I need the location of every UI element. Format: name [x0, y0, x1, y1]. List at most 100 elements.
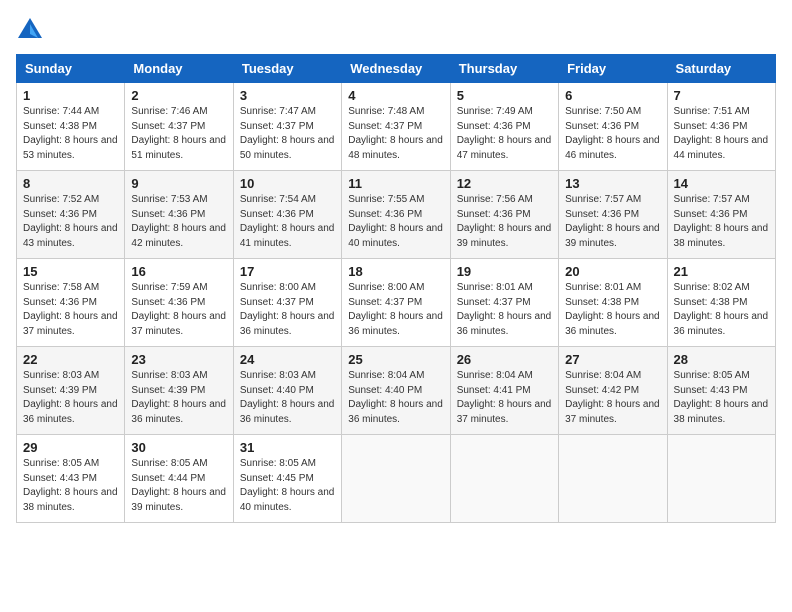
sunset-label: Sunset: 4:44 PM — [131, 473, 205, 484]
sunrise-label: Sunrise: 8:00 AM — [240, 282, 316, 293]
day-number: 8 — [23, 176, 118, 191]
sunrise-label: Sunrise: 7:54 AM — [240, 194, 316, 205]
daylight-label: Daylight: 8 hours and 51 minutes. — [131, 135, 226, 161]
day-number: 17 — [240, 264, 335, 279]
daylight-label: Daylight: 8 hours and 36 minutes. — [348, 399, 443, 425]
daylight-label: Daylight: 8 hours and 50 minutes. — [240, 135, 335, 161]
sunset-label: Sunset: 4:39 PM — [131, 385, 205, 396]
calendar-cell: 7 Sunrise: 7:51 AM Sunset: 4:36 PM Dayli… — [667, 83, 775, 171]
daylight-label: Daylight: 8 hours and 39 minutes. — [457, 223, 552, 249]
sunrise-label: Sunrise: 7:56 AM — [457, 194, 533, 205]
cell-info: Sunrise: 7:55 AM Sunset: 4:36 PM Dayligh… — [348, 193, 443, 251]
sunrise-label: Sunrise: 7:44 AM — [23, 106, 99, 117]
daylight-label: Daylight: 8 hours and 40 minutes. — [240, 487, 335, 513]
calendar-cell — [667, 435, 775, 523]
sunrise-label: Sunrise: 7:57 AM — [674, 194, 750, 205]
cell-info: Sunrise: 8:05 AM Sunset: 4:43 PM Dayligh… — [674, 369, 769, 427]
calendar-cell: 30 Sunrise: 8:05 AM Sunset: 4:44 PM Dayl… — [125, 435, 233, 523]
day-number: 30 — [131, 440, 226, 455]
cell-info: Sunrise: 7:49 AM Sunset: 4:36 PM Dayligh… — [457, 105, 552, 163]
sunset-label: Sunset: 4:38 PM — [23, 121, 97, 132]
sunset-label: Sunset: 4:36 PM — [457, 121, 531, 132]
sunrise-label: Sunrise: 7:57 AM — [565, 194, 641, 205]
weekday-header-monday: Monday — [125, 55, 233, 83]
calendar-cell: 14 Sunrise: 7:57 AM Sunset: 4:36 PM Dayl… — [667, 171, 775, 259]
weekday-header-wednesday: Wednesday — [342, 55, 450, 83]
calendar-cell: 1 Sunrise: 7:44 AM Sunset: 4:38 PM Dayli… — [17, 83, 125, 171]
calendar-cell: 29 Sunrise: 8:05 AM Sunset: 4:43 PM Dayl… — [17, 435, 125, 523]
sunrise-label: Sunrise: 7:53 AM — [131, 194, 207, 205]
sunset-label: Sunset: 4:36 PM — [674, 209, 748, 220]
daylight-label: Daylight: 8 hours and 37 minutes. — [457, 399, 552, 425]
sunset-label: Sunset: 4:40 PM — [348, 385, 422, 396]
cell-info: Sunrise: 7:57 AM Sunset: 4:36 PM Dayligh… — [565, 193, 660, 251]
sunrise-label: Sunrise: 8:01 AM — [457, 282, 533, 293]
calendar-cell: 16 Sunrise: 7:59 AM Sunset: 4:36 PM Dayl… — [125, 259, 233, 347]
day-number: 1 — [23, 88, 118, 103]
calendar-cell — [342, 435, 450, 523]
sunset-label: Sunset: 4:37 PM — [348, 297, 422, 308]
daylight-label: Daylight: 8 hours and 41 minutes. — [240, 223, 335, 249]
cell-info: Sunrise: 8:05 AM Sunset: 4:44 PM Dayligh… — [131, 457, 226, 515]
daylight-label: Daylight: 8 hours and 37 minutes. — [131, 311, 226, 337]
sunrise-label: Sunrise: 7:47 AM — [240, 106, 316, 117]
sunrise-label: Sunrise: 7:46 AM — [131, 106, 207, 117]
calendar-cell: 21 Sunrise: 8:02 AM Sunset: 4:38 PM Dayl… — [667, 259, 775, 347]
daylight-label: Daylight: 8 hours and 37 minutes. — [565, 399, 660, 425]
sunset-label: Sunset: 4:37 PM — [240, 121, 314, 132]
daylight-label: Daylight: 8 hours and 39 minutes. — [131, 487, 226, 513]
calendar-cell: 22 Sunrise: 8:03 AM Sunset: 4:39 PM Dayl… — [17, 347, 125, 435]
logo — [16, 16, 48, 44]
calendar-cell: 26 Sunrise: 8:04 AM Sunset: 4:41 PM Dayl… — [450, 347, 558, 435]
daylight-label: Daylight: 8 hours and 36 minutes. — [240, 399, 335, 425]
daylight-label: Daylight: 8 hours and 37 minutes. — [23, 311, 118, 337]
cell-info: Sunrise: 7:57 AM Sunset: 4:36 PM Dayligh… — [674, 193, 769, 251]
sunset-label: Sunset: 4:38 PM — [565, 297, 639, 308]
cell-info: Sunrise: 8:05 AM Sunset: 4:45 PM Dayligh… — [240, 457, 335, 515]
sunset-label: Sunset: 4:38 PM — [674, 297, 748, 308]
sunrise-label: Sunrise: 8:05 AM — [240, 458, 316, 469]
cell-info: Sunrise: 8:00 AM Sunset: 4:37 PM Dayligh… — [240, 281, 335, 339]
daylight-label: Daylight: 8 hours and 36 minutes. — [23, 399, 118, 425]
sunset-label: Sunset: 4:36 PM — [23, 297, 97, 308]
sunrise-label: Sunrise: 8:05 AM — [131, 458, 207, 469]
calendar-cell: 17 Sunrise: 8:00 AM Sunset: 4:37 PM Dayl… — [233, 259, 341, 347]
sunrise-label: Sunrise: 7:59 AM — [131, 282, 207, 293]
sunrise-label: Sunrise: 8:02 AM — [674, 282, 750, 293]
cell-info: Sunrise: 8:04 AM Sunset: 4:42 PM Dayligh… — [565, 369, 660, 427]
day-number: 4 — [348, 88, 443, 103]
calendar-cell: 20 Sunrise: 8:01 AM Sunset: 4:38 PM Dayl… — [559, 259, 667, 347]
day-number: 24 — [240, 352, 335, 367]
day-number: 6 — [565, 88, 660, 103]
sunset-label: Sunset: 4:37 PM — [240, 297, 314, 308]
calendar-cell: 18 Sunrise: 8:00 AM Sunset: 4:37 PM Dayl… — [342, 259, 450, 347]
cell-info: Sunrise: 7:59 AM Sunset: 4:36 PM Dayligh… — [131, 281, 226, 339]
cell-info: Sunrise: 7:53 AM Sunset: 4:36 PM Dayligh… — [131, 193, 226, 251]
sunset-label: Sunset: 4:36 PM — [348, 209, 422, 220]
day-number: 11 — [348, 176, 443, 191]
calendar-cell: 19 Sunrise: 8:01 AM Sunset: 4:37 PM Dayl… — [450, 259, 558, 347]
sunset-label: Sunset: 4:37 PM — [348, 121, 422, 132]
cell-info: Sunrise: 8:03 AM Sunset: 4:39 PM Dayligh… — [131, 369, 226, 427]
daylight-label: Daylight: 8 hours and 40 minutes. — [348, 223, 443, 249]
sunrise-label: Sunrise: 8:03 AM — [23, 370, 99, 381]
calendar-cell: 31 Sunrise: 8:05 AM Sunset: 4:45 PM Dayl… — [233, 435, 341, 523]
sunset-label: Sunset: 4:37 PM — [131, 121, 205, 132]
calendar-cell: 28 Sunrise: 8:05 AM Sunset: 4:43 PM Dayl… — [667, 347, 775, 435]
cell-info: Sunrise: 8:05 AM Sunset: 4:43 PM Dayligh… — [23, 457, 118, 515]
calendar-cell — [450, 435, 558, 523]
sunset-label: Sunset: 4:41 PM — [457, 385, 531, 396]
daylight-label: Daylight: 8 hours and 38 minutes. — [23, 487, 118, 513]
sunset-label: Sunset: 4:36 PM — [23, 209, 97, 220]
day-number: 22 — [23, 352, 118, 367]
day-number: 28 — [674, 352, 769, 367]
day-number: 12 — [457, 176, 552, 191]
calendar-cell: 4 Sunrise: 7:48 AM Sunset: 4:37 PM Dayli… — [342, 83, 450, 171]
daylight-label: Daylight: 8 hours and 36 minutes. — [240, 311, 335, 337]
sunrise-label: Sunrise: 7:50 AM — [565, 106, 641, 117]
day-number: 27 — [565, 352, 660, 367]
cell-info: Sunrise: 7:46 AM Sunset: 4:37 PM Dayligh… — [131, 105, 226, 163]
sunset-label: Sunset: 4:37 PM — [457, 297, 531, 308]
calendar-cell: 27 Sunrise: 8:04 AM Sunset: 4:42 PM Dayl… — [559, 347, 667, 435]
calendar-cell — [559, 435, 667, 523]
